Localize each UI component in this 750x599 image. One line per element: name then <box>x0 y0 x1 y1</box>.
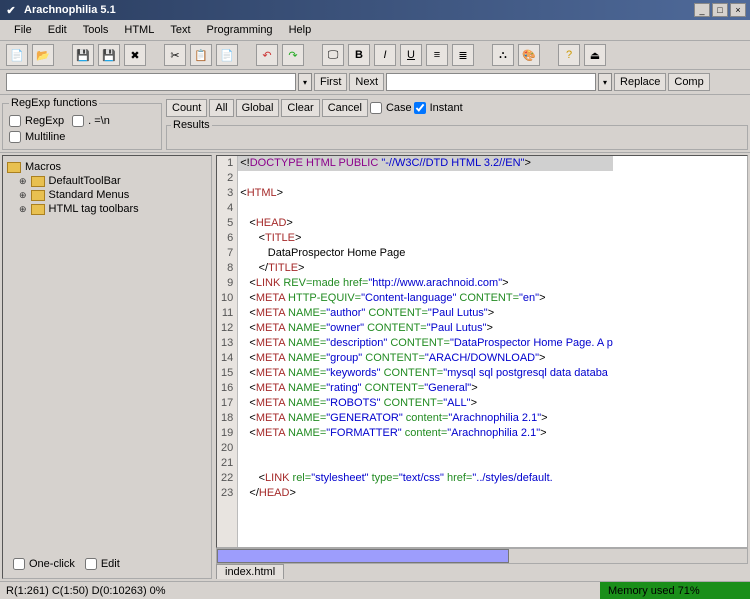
clear-button[interactable]: Clear <box>281 99 319 117</box>
toolbar: 📄 📂 💾 💾 ✖ ✂ 📋 📄 ↶ ↷ 🖵 B I U ≡ ≣ ⛬ 🎨 ? ⏏ <box>0 41 750 70</box>
status-memory: Memory used 71% <box>600 582 750 599</box>
code-area[interactable]: <!DOCTYPE HTML PUBLIC "-//W3C//DTD HTML … <box>238 156 613 547</box>
line-gutter: 1234567891011121314151617181920212223 <box>217 156 238 547</box>
color-picker-icon[interactable]: 🎨 <box>518 44 540 66</box>
bold-icon[interactable]: B <box>348 44 370 66</box>
maximize-button[interactable]: □ <box>712 3 728 17</box>
global-button[interactable]: Global <box>236 99 280 117</box>
tab-indexhtml[interactable]: index.html <box>216 564 284 579</box>
menubar: File Edit Tools HTML Text Programming He… <box>0 20 750 41</box>
results-panel: Results <box>166 119 748 150</box>
app-logo-icon: ✔ <box>4 3 18 17</box>
undo-icon[interactable]: ↶ <box>256 44 278 66</box>
open-file-icon[interactable]: 📂 <box>32 44 54 66</box>
expand-icon[interactable]: ⊕ <box>19 204 27 215</box>
scrollbar-thumb[interactable] <box>217 549 509 563</box>
copy-icon[interactable]: 📋 <box>190 44 212 66</box>
tree-item-htmltagtoolbars[interactable]: ⊕ HTML tag toolbars <box>19 202 207 216</box>
italic-icon[interactable]: I <box>374 44 396 66</box>
all-button[interactable]: All <box>209 99 233 117</box>
close-file-icon[interactable]: ✖ <box>124 44 146 66</box>
tree-root-macros[interactable]: Macros <box>7 160 207 174</box>
regexp-panel: RegExp functions RegExp . =\n Multiline <box>2 97 162 150</box>
results-legend: Results <box>171 119 212 131</box>
multiline-checkbox[interactable]: Multiline <box>9 131 155 143</box>
edit-checkbox[interactable]: Edit <box>85 558 120 570</box>
folder-icon <box>31 204 45 215</box>
tree-item-standardmenus[interactable]: ⊕ Standard Menus <box>19 188 207 202</box>
folder-icon <box>31 190 45 201</box>
menu-programming[interactable]: Programming <box>199 22 281 38</box>
searchbar: ▾ First Next ▾ Replace Comp <box>0 70 750 95</box>
underline-icon[interactable]: U <box>400 44 422 66</box>
folder-icon <box>31 176 45 187</box>
format-icon[interactable]: ≡ <box>426 44 448 66</box>
sitemap-icon[interactable]: ⛬ <box>492 44 514 66</box>
menu-file[interactable]: File <box>6 22 40 38</box>
save-icon[interactable]: 💾 <box>72 44 94 66</box>
minimize-button[interactable]: _ <box>694 3 710 17</box>
menu-tools[interactable]: Tools <box>75 22 117 38</box>
comp-button[interactable]: Comp <box>668 73 709 91</box>
instant-checkbox[interactable]: Instant <box>414 102 463 114</box>
oneclick-checkbox[interactable]: One-click <box>13 558 75 570</box>
next-button[interactable]: Next <box>349 73 384 91</box>
editor: 1234567891011121314151617181920212223 <!… <box>216 155 748 579</box>
help-icon[interactable]: ? <box>558 44 580 66</box>
close-button[interactable]: × <box>730 3 746 17</box>
menu-edit[interactable]: Edit <box>40 22 75 38</box>
menu-help[interactable]: Help <box>281 22 320 38</box>
exit-icon[interactable]: ⏏ <box>584 44 606 66</box>
statusbar: R(1:261) C(1:50) D(0:10263) 0% Memory us… <box>0 581 750 599</box>
macro-tree: Macros ⊕ DefaultToolBar ⊕ Standard Menus… <box>2 155 212 579</box>
folder-icon <box>7 162 21 173</box>
paste-icon[interactable]: 📄 <box>216 44 238 66</box>
replace-input[interactable] <box>386 73 596 91</box>
replace-dropdown-icon[interactable]: ▾ <box>598 73 612 91</box>
expand-icon[interactable]: ⊕ <box>19 190 27 201</box>
dotnl-checkbox[interactable]: . =\n <box>72 115 110 127</box>
redo-icon[interactable]: ↷ <box>282 44 304 66</box>
cut-icon[interactable]: ✂ <box>164 44 186 66</box>
regexp-checkbox[interactable]: RegExp <box>9 115 64 127</box>
regexp-legend: RegExp functions <box>9 97 99 109</box>
titlebar: ✔ Arachnophilia 5.1 _ □ × <box>0 0 750 20</box>
search-dropdown-icon[interactable]: ▾ <box>298 73 312 91</box>
preview-icon[interactable]: 🖵 <box>322 44 344 66</box>
expand-icon[interactable]: ⊕ <box>19 176 27 187</box>
menu-text[interactable]: Text <box>162 22 198 38</box>
window-title: Arachnophilia 5.1 <box>24 4 694 16</box>
first-button[interactable]: First <box>314 73 347 91</box>
tree-item-defaulttoolbar[interactable]: ⊕ DefaultToolBar <box>19 174 207 188</box>
list-icon[interactable]: ≣ <box>452 44 474 66</box>
case-checkbox[interactable]: Case <box>370 102 412 114</box>
status-position: R(1:261) C(1:50) D(0:10263) 0% <box>0 585 600 597</box>
save-all-icon[interactable]: 💾 <box>98 44 120 66</box>
cancel-button[interactable]: Cancel <box>322 99 368 117</box>
menu-html[interactable]: HTML <box>116 22 162 38</box>
replace-button[interactable]: Replace <box>614 73 666 91</box>
horizontal-scrollbar[interactable] <box>216 548 748 564</box>
search-input[interactable] <box>6 73 296 91</box>
new-file-icon[interactable]: 📄 <box>6 44 28 66</box>
count-button[interactable]: Count <box>166 99 207 117</box>
